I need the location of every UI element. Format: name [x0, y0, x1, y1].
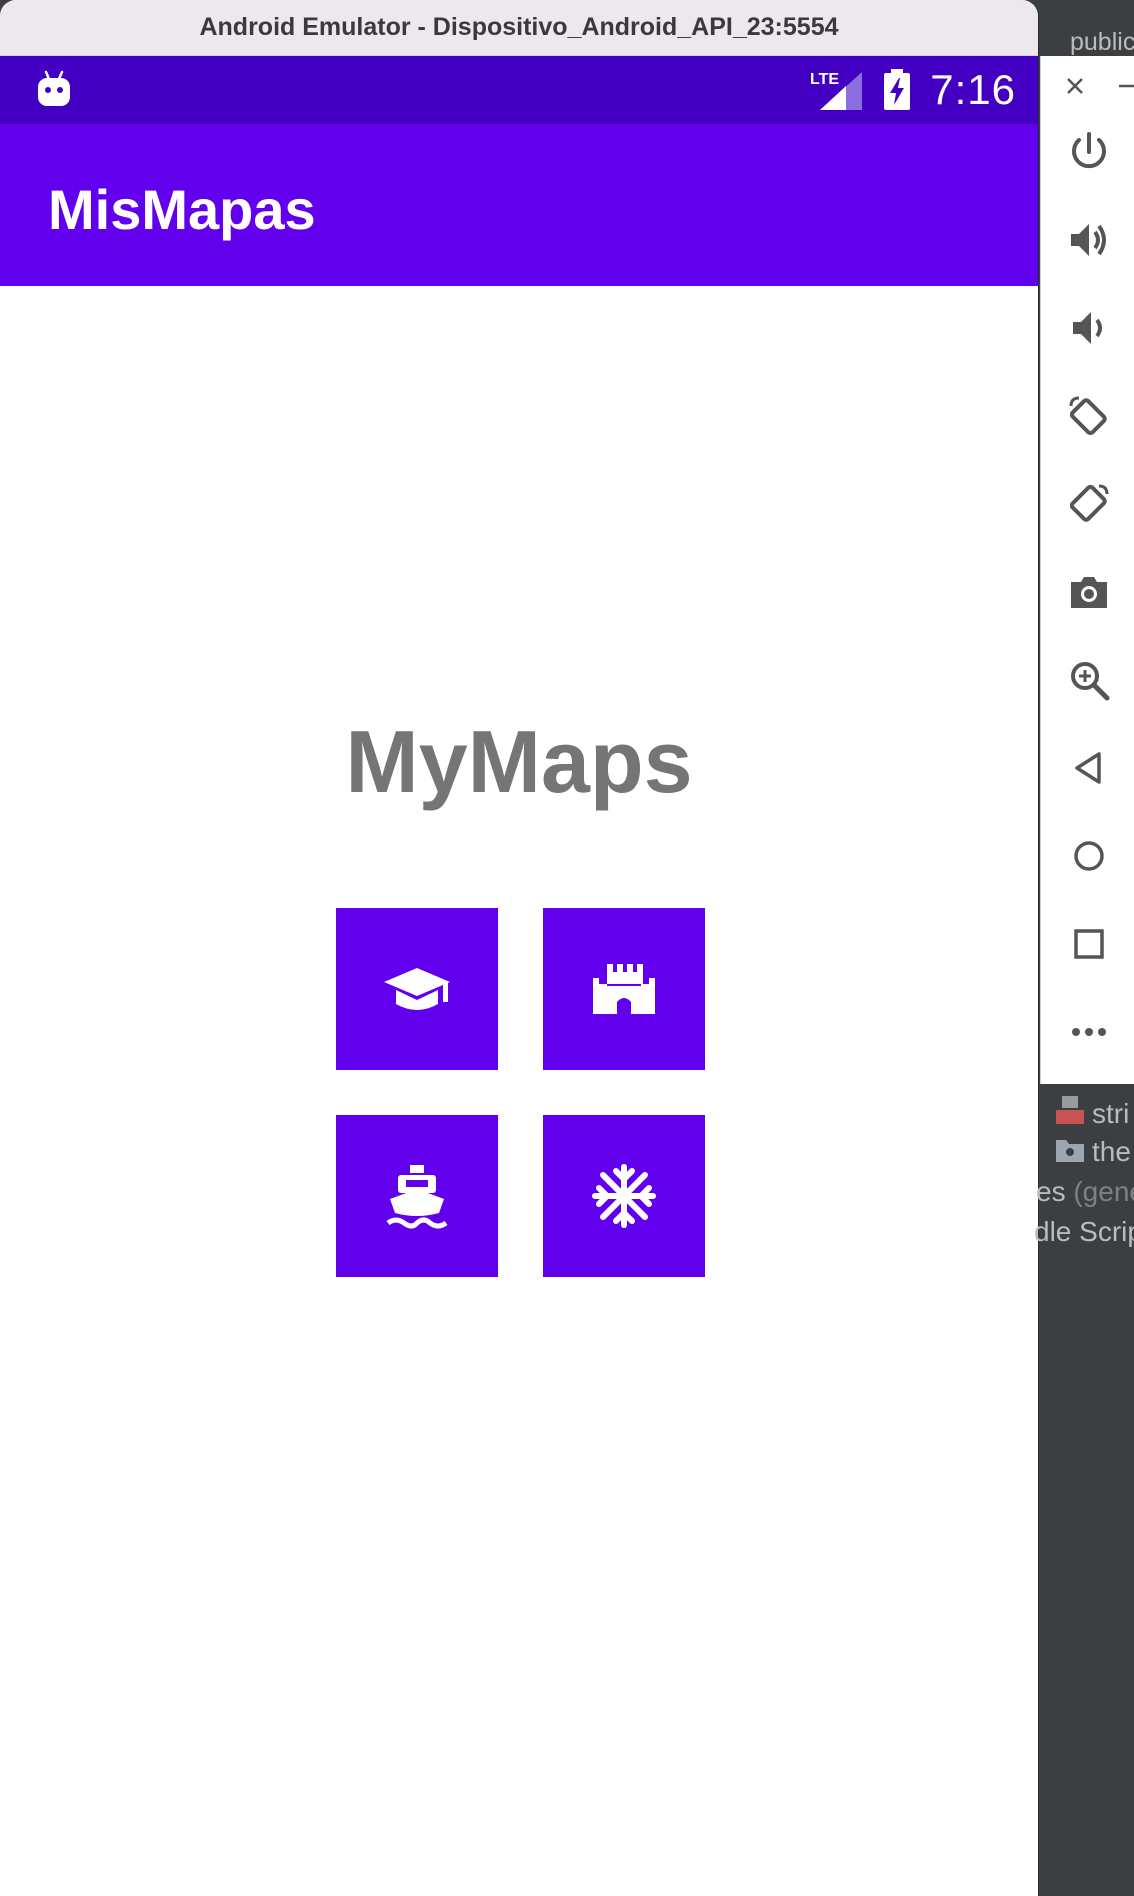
ide-breadcrumb[interactable]: public	[1070, 28, 1134, 57]
ferry-icon	[386, 1165, 448, 1229]
school-map-button[interactable]	[336, 908, 498, 1070]
zoom-button[interactable]	[1059, 650, 1119, 710]
overview-icon	[1074, 929, 1104, 959]
tree-item-label: es	[1036, 1176, 1066, 1207]
android-debug-icon	[38, 70, 70, 106]
window-title-bar[interactable]: Android Emulator - Dispositivo_Android_A…	[0, 0, 1038, 56]
lte-label: LTE	[810, 71, 839, 88]
status-bar: LTE 7:16	[0, 56, 1038, 124]
overview-button[interactable]	[1059, 914, 1119, 974]
castle-icon	[593, 964, 655, 1014]
volume-up-icon	[1071, 224, 1106, 256]
emulator-window: Android Emulator - Dispositivo_Android_A…	[0, 0, 1038, 1896]
xml-file-icon	[1056, 1096, 1084, 1124]
ide-project-tree: stri the es (gene dle Scrip	[1034, 1084, 1134, 1896]
back-icon	[1075, 752, 1101, 784]
rotate-left-button[interactable]	[1059, 386, 1119, 446]
ide-breadcrumb-strip: public	[1040, 0, 1134, 56]
power-button[interactable]	[1059, 122, 1119, 182]
close-icon[interactable]	[1065, 76, 1085, 96]
app-bar: MisMapas	[0, 124, 1038, 286]
snow-map-button[interactable]	[543, 1115, 705, 1277]
folder-icon	[1056, 1140, 1084, 1162]
ferry-map-button[interactable]	[336, 1115, 498, 1277]
camera-icon	[1071, 577, 1107, 608]
main-content: MyMaps	[0, 286, 1038, 1896]
tree-item[interactable]: es (gene	[1036, 1176, 1134, 1208]
tree-item-suffix: (gene	[1073, 1176, 1134, 1207]
back-button[interactable]	[1059, 738, 1119, 798]
rotate-right-button[interactable]	[1059, 474, 1119, 534]
tree-item[interactable]: dle Scrip	[1034, 1216, 1134, 1248]
rotate-right-icon	[1069, 484, 1109, 522]
app-title: MisMapas	[48, 178, 316, 241]
emulator-toolbar	[1040, 56, 1134, 1084]
rotate-left-icon	[1069, 396, 1107, 436]
lte-signal-icon: LTE	[810, 71, 863, 110]
tree-item[interactable]: stri	[1092, 1098, 1129, 1130]
volume-down-icon	[1073, 312, 1102, 344]
window-title: Android Emulator - Dispositivo_Android_A…	[199, 13, 839, 41]
volume-down-button[interactable]	[1059, 298, 1119, 358]
status-time: 7:16	[930, 66, 1016, 113]
volume-up-button[interactable]	[1059, 210, 1119, 270]
tree-item[interactable]: the	[1092, 1136, 1131, 1168]
zoom-icon	[1071, 662, 1110, 701]
power-icon	[1072, 132, 1106, 169]
school-icon	[384, 968, 450, 1010]
home-icon	[1074, 841, 1104, 871]
page-heading: MyMaps	[345, 712, 693, 811]
more-icon	[1072, 1028, 1106, 1036]
castle-map-button[interactable]	[543, 908, 705, 1070]
minimize-icon[interactable]	[1117, 76, 1134, 96]
battery-charging-icon	[884, 69, 911, 110]
status-icons: LTE 7:16	[810, 56, 1016, 124]
home-button[interactable]	[1059, 826, 1119, 886]
snowflake-icon	[592, 1164, 656, 1228]
more-button[interactable]	[1059, 1002, 1119, 1062]
screenshot-button[interactable]	[1059, 562, 1119, 622]
